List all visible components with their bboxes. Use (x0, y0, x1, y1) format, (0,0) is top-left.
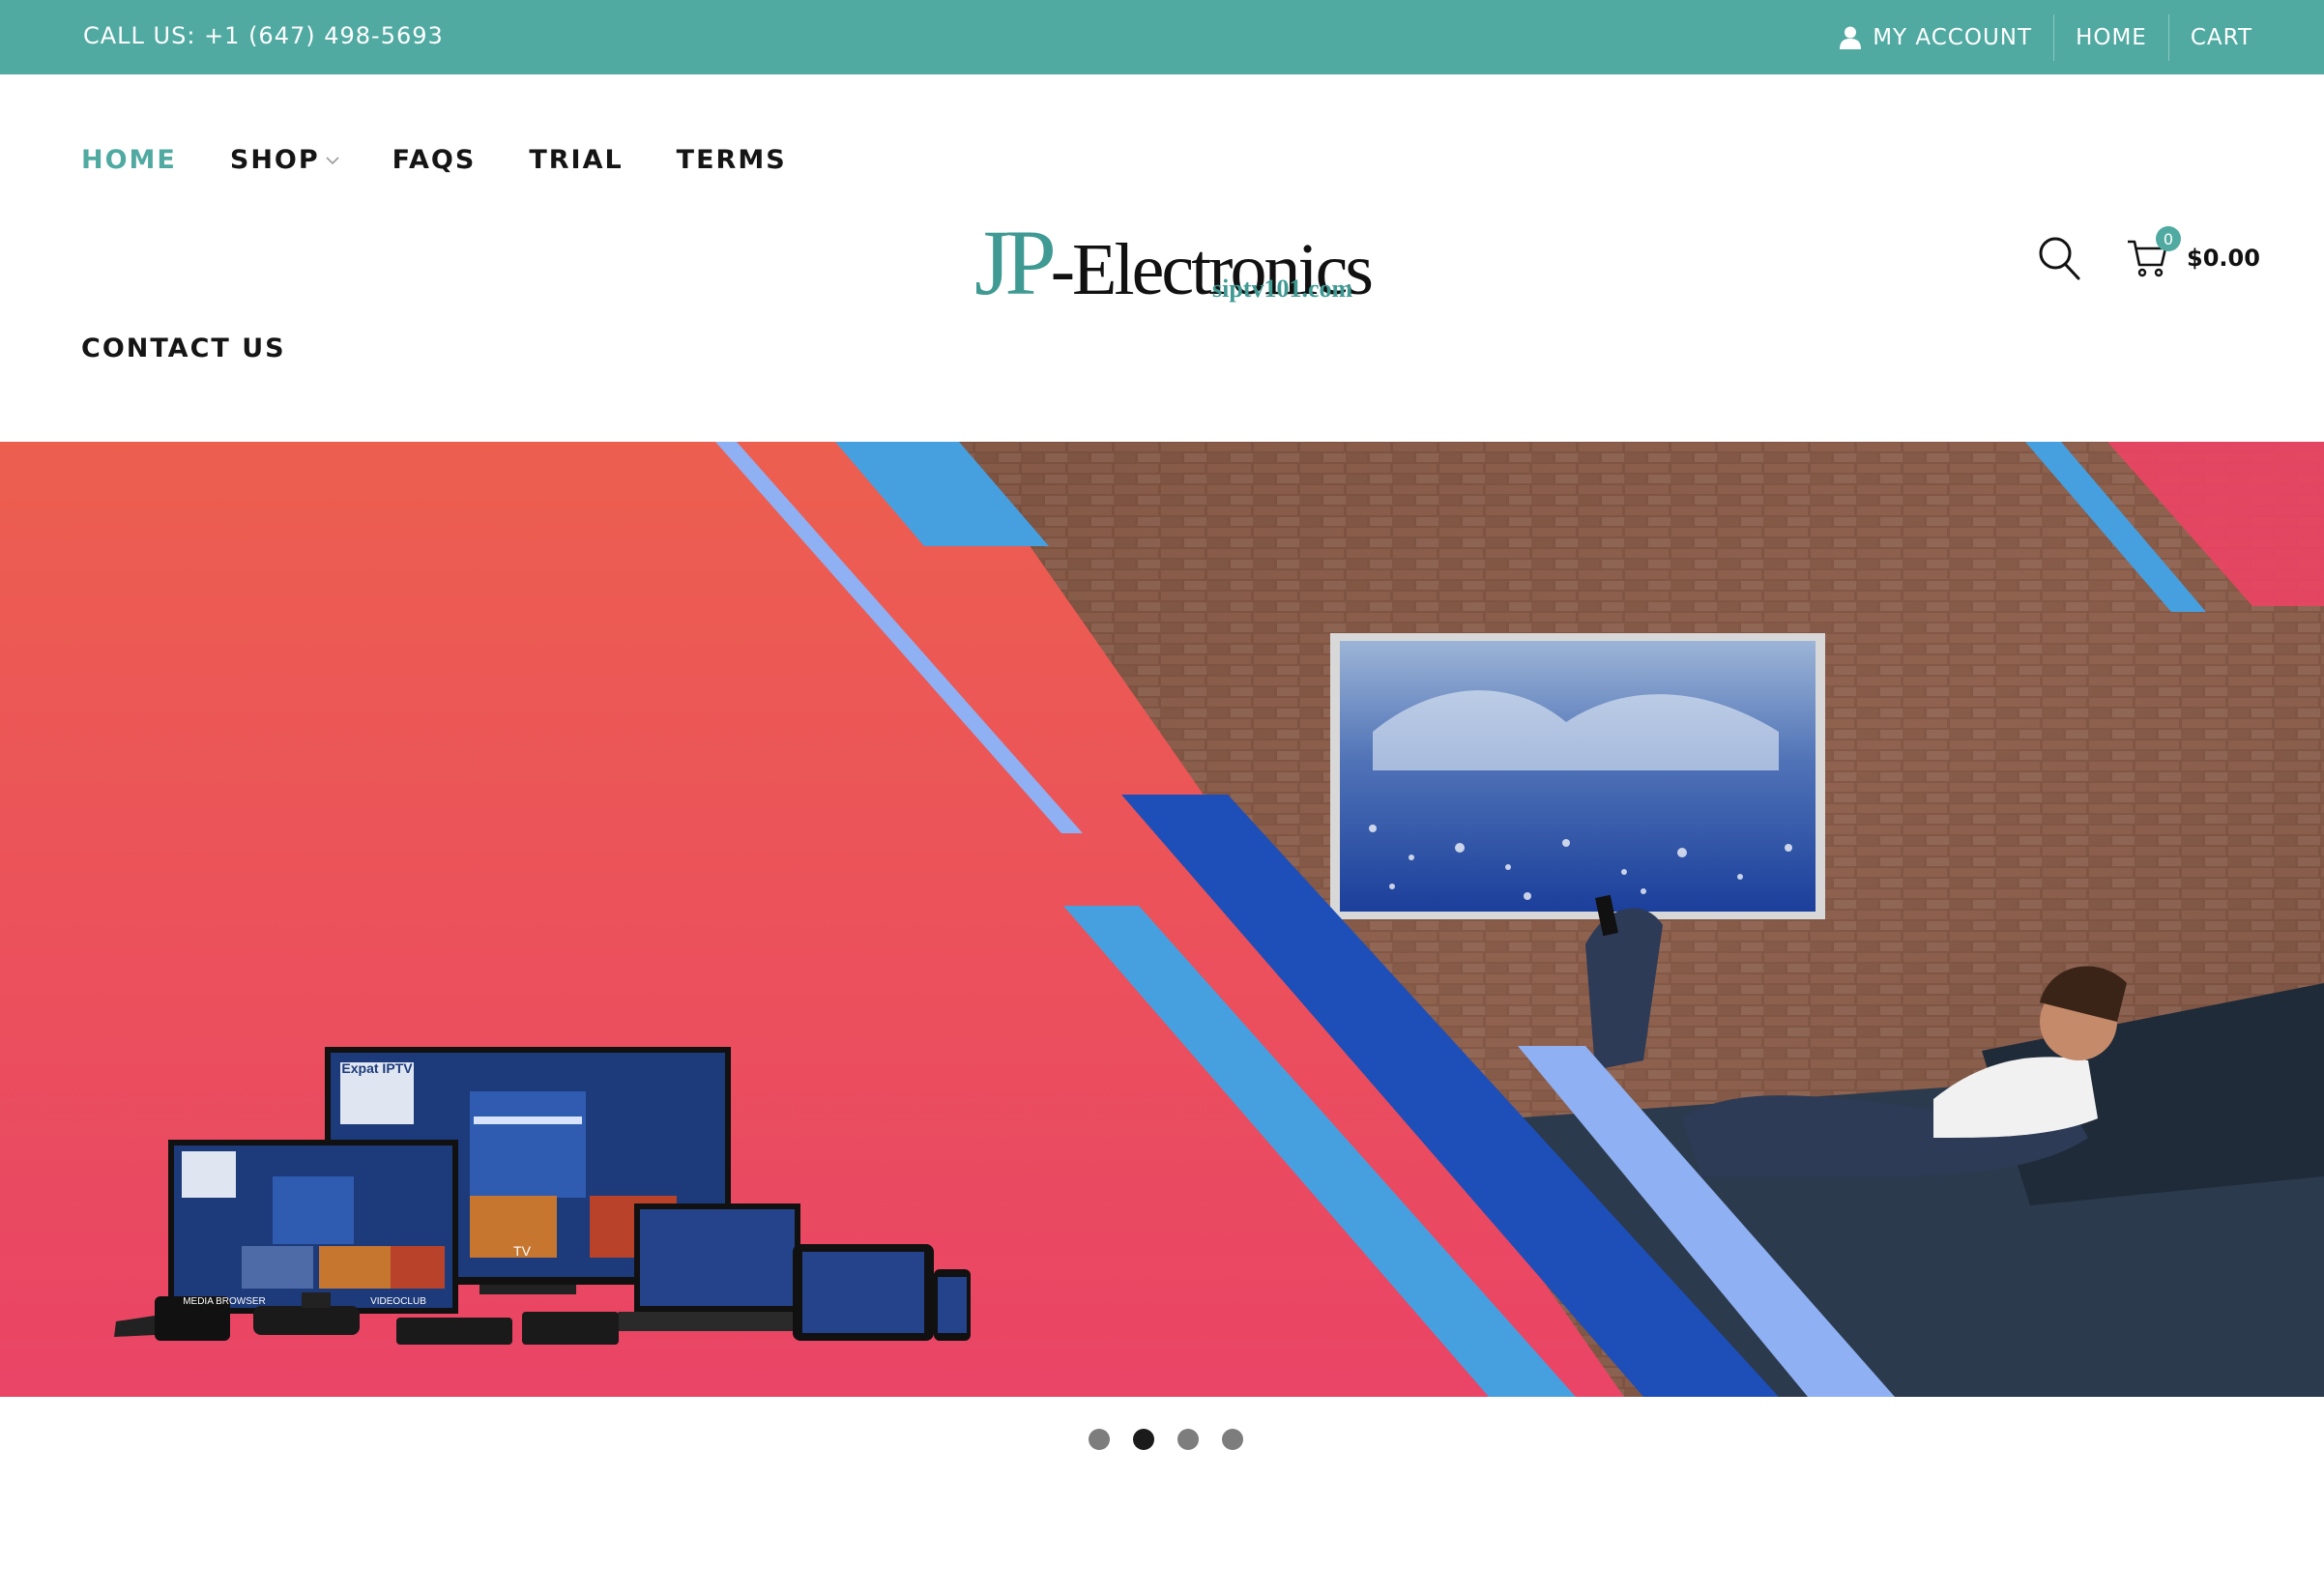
top-home-link[interactable]: HOME (2053, 14, 2168, 61)
user-icon (1840, 26, 1862, 49)
hero-slider[interactable]: TV VIDEOCLUB MEDIA BROWSER Expat IPTV (0, 442, 2324, 1397)
top-links: MY ACCOUNT HOME CART (1818, 0, 2252, 74)
nav-contact-us[interactable]: CONTACT US (81, 334, 286, 363)
nav-faqs[interactable]: FAQS (392, 145, 477, 175)
main-nav: HOME SHOP FAQS TRIAL TERMS (81, 145, 840, 175)
slider-dot-2[interactable] (1133, 1429, 1154, 1450)
device-brand-label: Expat IPTV (341, 1060, 413, 1076)
logo-subtitle: siptv101.com (1212, 275, 1353, 303)
logo-jp: JP (974, 211, 1057, 314)
my-account-label: MY ACCOUNT (1873, 24, 2033, 50)
search-icon[interactable] (2038, 236, 2080, 280)
nav-shop[interactable]: SHOP (230, 145, 339, 175)
slider-dot-3[interactable] (1177, 1429, 1199, 1450)
nav-terms[interactable]: TERMS (677, 145, 787, 175)
cart-count-badge: 0 (2156, 226, 2181, 251)
device-label-tv: TV (513, 1243, 532, 1259)
device-label-media-browser: MEDIA BROWSER (183, 1296, 266, 1307)
device-label-videoclub: VIDEOCLUB (370, 1296, 426, 1307)
top-bar: CALL US: +1 (647) 498-5693 MY ACCOUNT HO… (0, 0, 2324, 74)
call-us-text: CALL US: +1 (647) 498-5693 (83, 22, 444, 49)
cart-total[interactable]: $0.00 (2187, 245, 2260, 272)
slider-dot-1[interactable] (1089, 1429, 1110, 1450)
top-cart-link[interactable]: CART (2167, 14, 2252, 61)
site-logo[interactable]: JP-Electronics siptv101.com (974, 205, 1374, 314)
nav-trial[interactable]: TRIAL (529, 145, 623, 175)
slider-pagination (1089, 1429, 1266, 1450)
nav-home[interactable]: HOME (81, 145, 177, 175)
slider-dot-4[interactable] (1222, 1429, 1243, 1450)
hero-banner-image: TV VIDEOCLUB MEDIA BROWSER Expat IPTV (0, 442, 2324, 1397)
my-account-link[interactable]: MY ACCOUNT (1818, 14, 2053, 61)
chevron-down-icon (326, 156, 339, 164)
nav-shop-label: SHOP (229, 145, 320, 175)
